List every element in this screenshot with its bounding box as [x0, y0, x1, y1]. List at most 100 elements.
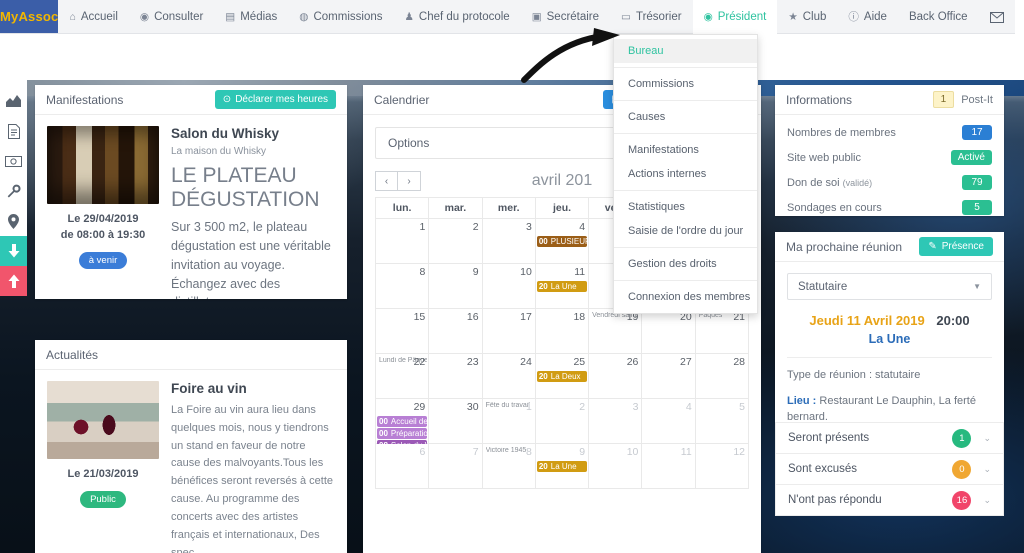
calendar-day-cell[interactable]: 16 — [428, 308, 483, 354]
dropdown-item-saisie-de-l-ordre-du-jour[interactable]: Saisie de l'ordre du jour — [614, 219, 757, 243]
information-label-text: Nombres de membres — [787, 126, 896, 139]
manifestation-subtitle: La maison du Whisky — [171, 146, 267, 157]
arrow-down-icon[interactable] — [0, 236, 27, 266]
calendar-day-cell[interactable]: 25 20 La Deux — [534, 353, 590, 399]
nav-item-club[interactable]: ★ Club — [777, 0, 837, 34]
calendar-day-cell[interactable]: 12 — [694, 443, 750, 489]
dropdown-item-statistiques[interactable]: Statistiques — [614, 195, 757, 219]
calendar-day-cell[interactable]: 8 — [374, 263, 430, 309]
nav-item-accueil[interactable]: ⌂ Accueil — [58, 0, 128, 34]
calendar-day-cell[interactable]: 2900Accueil de00Préparatio08Salon du V23… — [374, 398, 430, 463]
calendar-event-time: 00 — [538, 237, 548, 246]
actualites-title: Actualités — [46, 347, 99, 362]
calendar-day-cell[interactable]: 17 — [481, 308, 536, 354]
information-label: Nombres de membres — [787, 127, 962, 139]
nav-item-secr-taire[interactable]: ▣ Secrétaire — [521, 0, 610, 34]
calendar-day-cell[interactable]: 11 20 La Une — [534, 263, 590, 309]
calendar-day-cell[interactable]: 2 — [428, 218, 483, 264]
calendar-day-cell[interactable]: 10 — [481, 263, 536, 309]
calendar-day-cell[interactable]: 1 — [374, 218, 430, 264]
information-row: Site web public Activé — [775, 145, 1004, 170]
calendar-day-cell[interactable]: 24 — [481, 353, 536, 399]
manifestations-title: Manifestations — [46, 92, 124, 107]
actualite-item[interactable]: Le 21/03/2019 Public Foire au vin La Foi… — [35, 370, 347, 553]
chevron-down-icon: ⌄ — [983, 463, 991, 474]
nav-item-pr-sident[interactable]: ◉ Président — [692, 0, 778, 34]
dropdown-item-commissions[interactable]: Commissions — [614, 72, 757, 96]
location-pin-icon[interactable] — [0, 206, 27, 236]
dropdown-item-connexion-des-membres[interactable]: Connexion des membres — [614, 285, 757, 309]
calendar-day-number: 4 — [685, 401, 692, 413]
calendar-day-cell[interactable]: Vendredi saint 19 — [588, 308, 643, 354]
dropdown-item-bureau[interactable]: Bureau — [614, 39, 757, 63]
calendar-day-cell[interactable]: 23 — [428, 353, 483, 399]
president-dropdown-menu[interactable]: Bureau Commissions Causes Manifestations Act… — [613, 34, 758, 314]
calendar-day-cell[interactable]: 3 — [481, 218, 536, 264]
attendance-row[interactable]: Seront présents 1 ⌄ — [775, 422, 1004, 454]
nav-item-aide[interactable]: ⓘ Aide — [837, 0, 898, 34]
document-icon[interactable] — [0, 116, 27, 146]
calendar-event[interactable]: 20 La Une — [536, 281, 588, 292]
nav-item-back-office[interactable]: Back Office — [898, 0, 979, 34]
calendar-event[interactable]: 00 Accueil de — [377, 416, 428, 427]
nav-item-chef-du-protocole[interactable]: ♟ Chef du protocole — [393, 0, 520, 34]
calendar-day-cell[interactable]: 5 — [694, 398, 750, 444]
arrow-up-icon[interactable] — [0, 266, 27, 296]
dropdown-item-manifestations[interactable]: Manifestations — [614, 138, 757, 162]
calendar-day-cell[interactable]: 6 — [374, 443, 430, 489]
meeting-type-select[interactable]: Statutaire ▼ — [787, 273, 992, 300]
dropdown-item-gestion-des-droits[interactable]: Gestion des droits — [614, 252, 757, 276]
warning-triangle-icon[interactable] — [1014, 0, 1024, 34]
calendar-day-cell[interactable]: 9 20 La Une — [534, 443, 590, 489]
money-icon[interactable] — [0, 146, 27, 176]
nav-item-consulter[interactable]: ◉ Consulter — [129, 0, 214, 34]
calendar-day-cell[interactable]: 18 — [534, 308, 590, 354]
calendar-next-button[interactable]: › — [398, 171, 421, 191]
app-logo[interactable]: MyAssoc — [0, 0, 59, 33]
dropdown-item-actions-internes[interactable]: Actions internes — [614, 162, 757, 186]
attendance-row[interactable]: Sont excusés 0 ⌄ — [775, 453, 1004, 485]
attendance-label: Seront présents — [788, 432, 870, 444]
calendar-day-cell[interactable]: 26 — [588, 353, 643, 399]
calendar-day-cell[interactable]: 27 — [641, 353, 696, 399]
presence-button[interactable]: ✎ Présence — [919, 237, 993, 256]
attendance-row[interactable]: N'ont pas répondu 16 ⌄ — [775, 484, 1004, 516]
chart-icon[interactable] — [0, 86, 27, 116]
manifestation-text: Sur 3 500 m2, le plateau dégustation est… — [171, 220, 331, 299]
calendar-day-cell[interactable]: 15 — [374, 308, 430, 354]
calendar-day-cell[interactable]: 4 00 PLUSIEUR — [534, 218, 590, 264]
calendar-event[interactable]: 20 La Deux — [536, 371, 588, 382]
calendar-day-cell[interactable]: Fête du travail 1 — [481, 398, 536, 444]
nav-item-commissions[interactable]: ◍ Commissions — [288, 0, 393, 34]
calendar-day-cell[interactable]: 9 — [428, 263, 483, 309]
nav-item-m-dias[interactable]: ▤ Médias — [214, 0, 288, 34]
calendar-day-cell[interactable]: Victoire 1945 8 — [481, 443, 536, 489]
postit-button[interactable]: 1 Post-It — [932, 91, 993, 108]
declare-hours-button[interactable]: ⊙ Déclarer mes heures — [214, 90, 336, 109]
calendar-day-cell[interactable]: 20 — [641, 308, 696, 354]
nav-item-label: Aide — [863, 11, 887, 23]
wrench-icon[interactable] — [0, 176, 27, 206]
calendar-day-cell[interactable]: Pâques 21 — [694, 308, 750, 354]
calendar-event[interactable]: 00 Préparatio — [377, 428, 428, 439]
dropdown-item-causes[interactable]: Causes — [614, 105, 757, 129]
calendar-day-cell[interactable]: 30 — [428, 398, 483, 444]
calendar-day-cell[interactable]: 4 — [641, 398, 696, 444]
media-icon: ▤ — [225, 10, 236, 23]
calendar-day-cell[interactable]: 2 — [534, 398, 590, 444]
calendar-day-cell[interactable]: 28 — [694, 353, 750, 399]
calendar-prev-button[interactable]: ‹ — [375, 171, 398, 191]
calendar-day-cell[interactable]: 3 — [588, 398, 643, 444]
calendar-day-cell[interactable]: Lundi de Pâques 22 — [374, 353, 430, 399]
actualite-text: La Foire au vin aura lieu dans quelques … — [171, 404, 334, 553]
nav-item-tr-sorier[interactable]: ▭ Trésorier — [610, 0, 693, 34]
calendar-event[interactable]: 00 PLUSIEUR — [536, 236, 588, 247]
calendar-event[interactable]: 20 La Une — [536, 461, 588, 472]
calendar-day-cell[interactable]: 10 — [588, 443, 643, 489]
mail-icon[interactable] — [979, 0, 1015, 34]
calendar-day-number: 2 — [579, 401, 586, 413]
manifestation-item[interactable]: Le 29/04/2019 de 08:00 à 19:30 à venir S… — [35, 115, 347, 299]
calendar-day-cell[interactable]: 11 — [641, 443, 696, 489]
calendar-day-cell[interactable]: 7 — [428, 443, 483, 489]
calendar-event-time: 00 — [379, 417, 388, 426]
